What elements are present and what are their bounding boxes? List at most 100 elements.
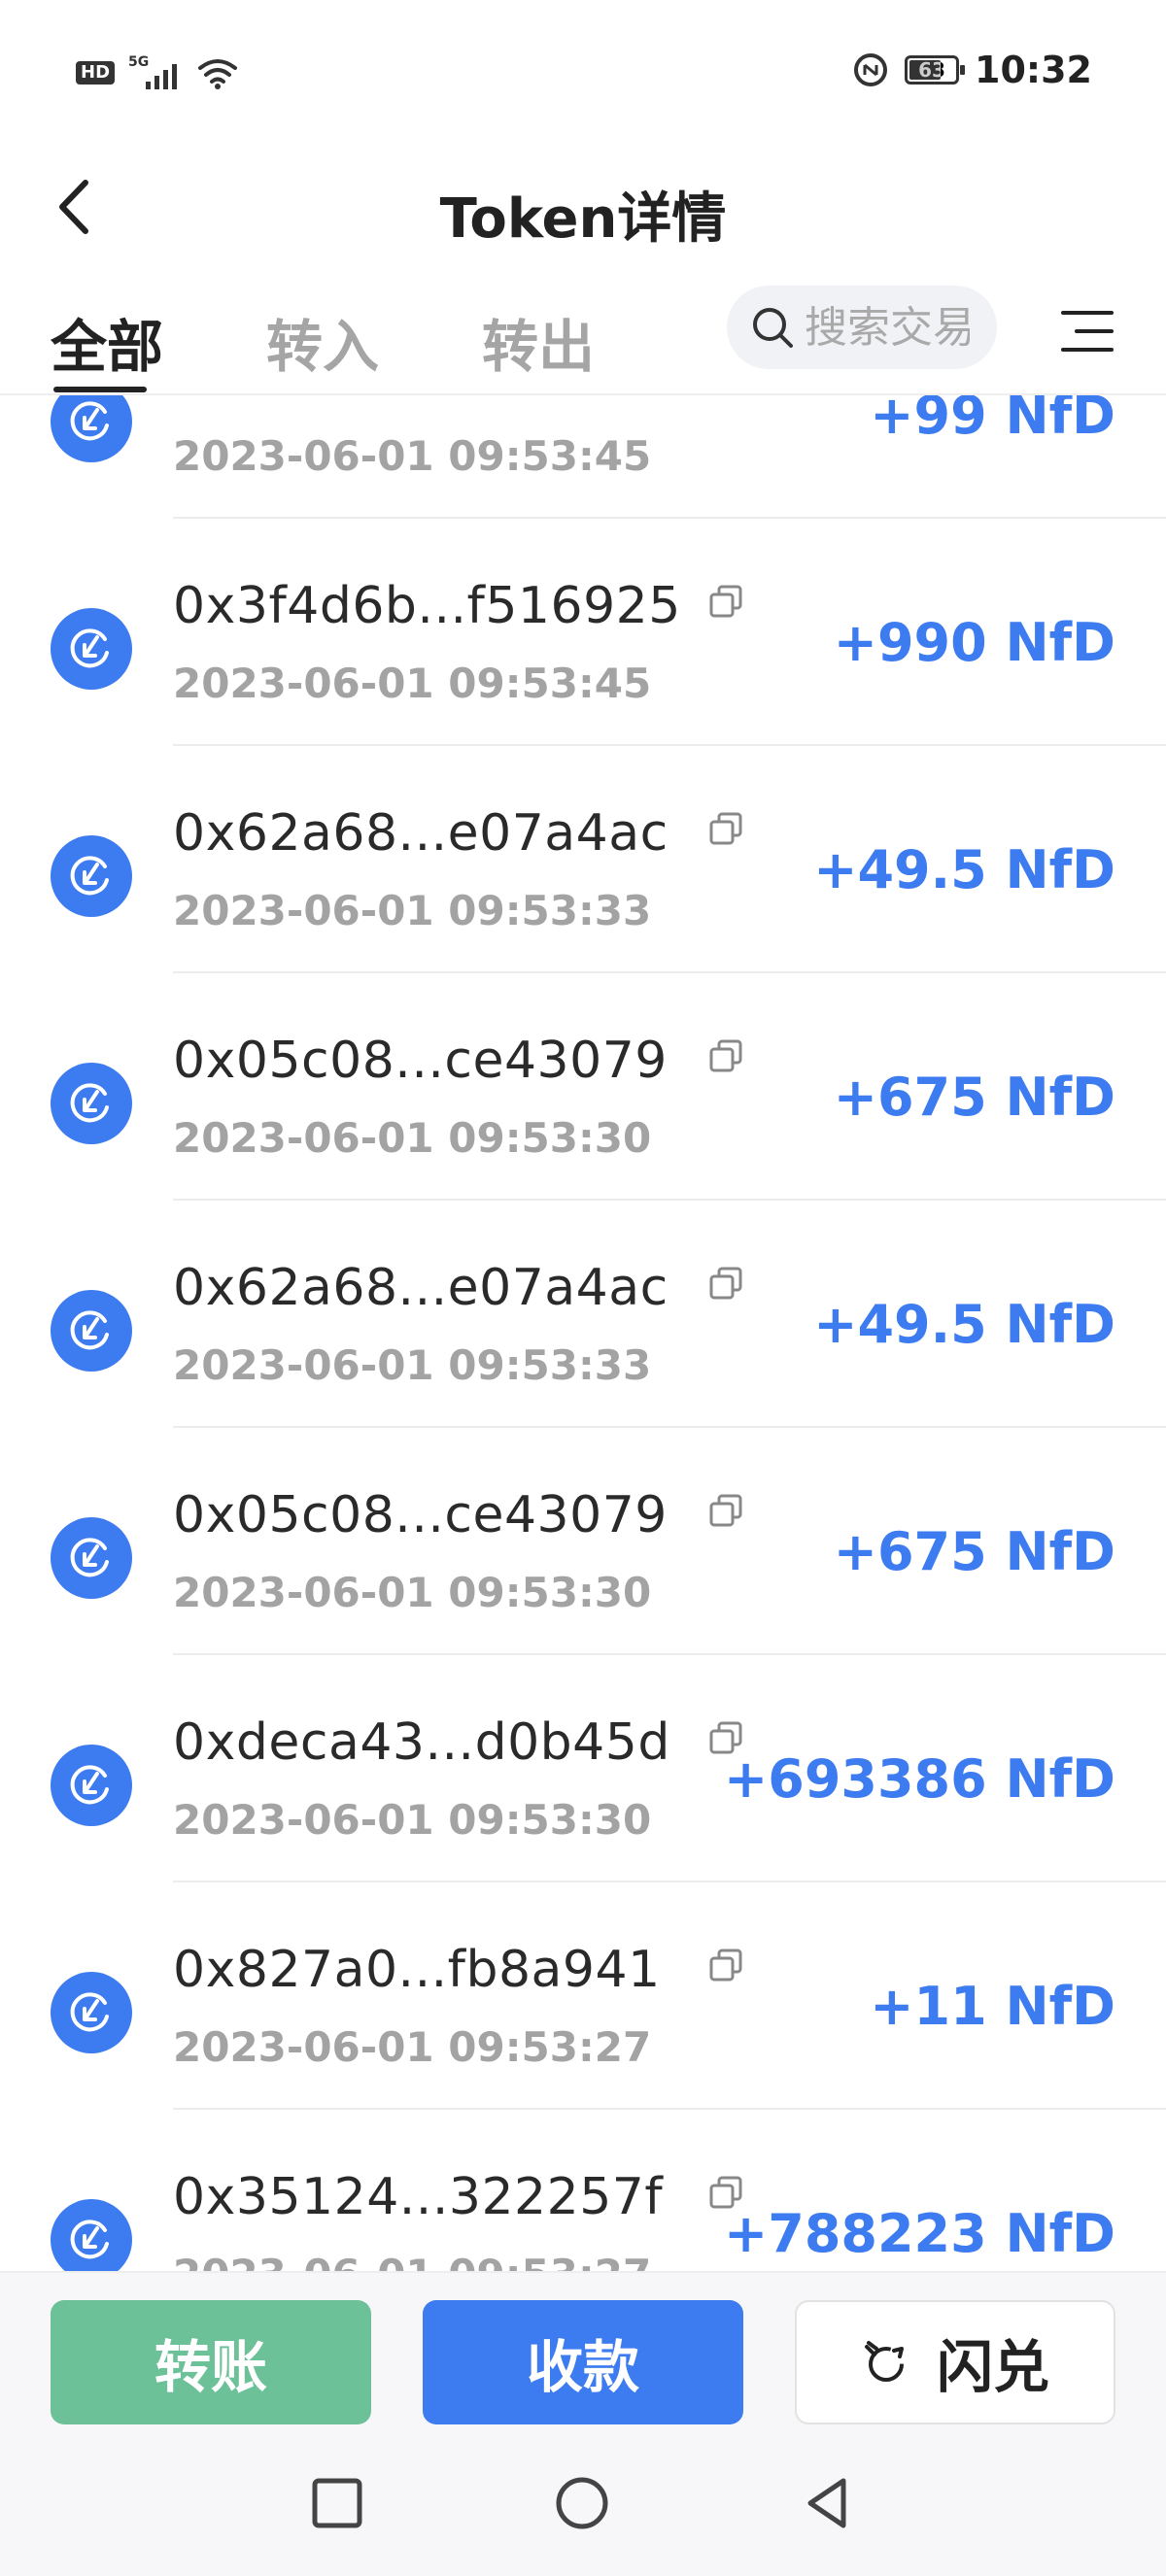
arrow-in-circle-icon <box>70 1083 109 1123</box>
recents-button[interactable] <box>307 2473 367 2533</box>
transaction-amount: +49.5 NfD <box>813 839 1115 900</box>
incoming-transaction-icon <box>51 393 132 462</box>
transfer-button[interactable]: 转账 <box>51 2300 371 2424</box>
swap-label: 闪兑 <box>936 2334 1049 2400</box>
incoming-transaction-icon <box>51 1972 132 2053</box>
search-input[interactable] <box>803 301 972 354</box>
transaction-row[interactable]: 0x827a0...fb8a941 2023-06-01 09:53:27 +11 … <box>0 1882 1166 2110</box>
transaction-amount: +99 NfD <box>870 393 1115 446</box>
transaction-time: 2023-06-01 09:53:30 <box>173 1569 652 1616</box>
transaction-hash: 0x827a0...fb8a941 <box>173 1941 661 1999</box>
incoming-transaction-icon <box>51 1063 132 1144</box>
receive-button[interactable]: 收款 <box>423 2300 743 2424</box>
transaction-hash: 0x05c08...ce43079 <box>173 1486 668 1544</box>
incoming-transaction-icon <box>51 1290 132 1372</box>
tab-bar: 全部 转入 转出 <box>0 272 1166 395</box>
active-tab-indicator <box>53 387 147 392</box>
swap-icon <box>864 2341 904 2382</box>
action-bar: 转账 收款 闪兑 <box>0 2271 1166 2430</box>
copy-button[interactable] <box>707 810 746 849</box>
transaction-time: 2023-06-01 09:53:30 <box>173 1114 652 1162</box>
transaction-amount: +990 NfD <box>833 612 1115 673</box>
transaction-row[interactable]: 0xdeca43...d0b45d 2023-06-01 09:53:30 +693… <box>0 1655 1166 1882</box>
wifi-icon <box>198 59 238 89</box>
copy-button[interactable] <box>707 1492 746 1531</box>
arrow-in-circle-icon <box>70 1310 109 1350</box>
clock: 10:32 <box>975 49 1092 91</box>
transaction-row[interactable]: 0x3f4d6b...f516925 2023-06-01 09:53:45 +99… <box>0 519 1166 746</box>
circle-icon <box>556 2477 608 2529</box>
arrow-in-circle-icon <box>70 2220 109 2259</box>
filter-menu-button[interactable] <box>1059 307 1115 356</box>
transaction-amount: +49.5 NfD <box>813 1294 1115 1355</box>
transaction-hash: 0x62a68...e07a4ac <box>173 1259 669 1317</box>
battery-icon: 63 <box>905 55 966 85</box>
transaction-amount: +788223 NfD <box>724 2203 1115 2264</box>
tab-all[interactable]: 全部 <box>51 301 163 383</box>
transaction-row[interactable]: 0x05c08...ce43079 2023-06-01 09:53:30 +675… <box>0 1428 1166 1655</box>
triangle-back-icon <box>807 2478 846 2528</box>
arrow-in-circle-icon <box>70 1765 109 1805</box>
transaction-time: 2023-06-01 09:53:33 <box>173 887 652 934</box>
header: Token详情 <box>0 146 1166 272</box>
back-nav-button[interactable] <box>799 2473 859 2533</box>
transaction-time: 2023-06-01 09:53:27 <box>173 2251 651 2271</box>
transaction-time: 2023-06-01 09:53:45 <box>173 660 652 707</box>
home-button[interactable] <box>552 2473 612 2533</box>
status-right: 63 10:32 <box>852 49 1092 91</box>
battery-level: 63 <box>918 58 945 82</box>
incoming-transaction-icon <box>51 835 132 917</box>
square-icon <box>312 2478 362 2528</box>
transaction-time: 2023-06-01 09:53:33 <box>173 1341 652 1389</box>
transaction-time: 2023-06-01 09:53:30 <box>173 1796 652 1844</box>
nfc-icon <box>854 53 888 86</box>
transaction-amount: +693386 NfD <box>724 1748 1115 1810</box>
swap-button[interactable]: 闪兑 <box>795 2300 1115 2424</box>
arrow-in-circle-icon <box>70 1992 109 2032</box>
transaction-hash: 0x3f4d6b...f516925 <box>173 577 681 635</box>
copy-button[interactable] <box>707 1037 746 1076</box>
screen: HD 5G 63 10:32 Token详情 全部 转入 转出 搜索交易 202… <box>0 0 1166 2576</box>
incoming-transaction-icon <box>51 1745 132 1826</box>
copy-icon <box>709 1267 742 1300</box>
incoming-transaction-icon <box>51 608 132 690</box>
copy-icon <box>709 1494 742 1527</box>
copy-icon <box>709 1949 742 1982</box>
search-box[interactable] <box>727 286 997 369</box>
transaction-row[interactable]: 0x35124...322257f 2023-06-01 09:53:27 +788… <box>0 2110 1166 2271</box>
arrow-in-circle-icon <box>70 401 109 441</box>
search-icon <box>753 308 793 348</box>
transaction-row[interactable]: 0x05c08...ce43079 2023-06-01 09:53:30 +675… <box>0 973 1166 1201</box>
transaction-time: 2023-06-01 09:53:27 <box>173 2023 652 2071</box>
transaction-hash: 0x05c08...ce43079 <box>173 1032 668 1090</box>
page-title: Token详情 <box>439 187 727 251</box>
system-nav-bar <box>0 2428 1166 2576</box>
transaction-list[interactable]: 2023-06-01 09:53:45 +99 NfD 0x3f4d6b...f51… <box>0 393 1166 2271</box>
incoming-transaction-icon <box>51 1517 132 1599</box>
menu-filter-icon <box>1061 311 1114 352</box>
copy-icon <box>709 1039 742 1072</box>
transaction-hash: 0xdeca43...d0b45d <box>173 1713 670 1772</box>
transaction-row[interactable]: 2023-06-01 09:53:45 +99 NfD <box>0 393 1166 519</box>
tab-outgoing[interactable]: 转出 <box>482 301 595 383</box>
transaction-amount: +675 NfD <box>833 1067 1115 1128</box>
cellular-signal-icon: 5G <box>128 54 183 89</box>
copy-button[interactable] <box>707 583 746 622</box>
status-left: HD 5G <box>76 54 239 89</box>
copy-button[interactable] <box>707 1265 746 1304</box>
copy-icon <box>709 585 742 618</box>
arrow-in-circle-icon <box>70 856 109 896</box>
transaction-row[interactable]: 0x62a68...e07a4ac 2023-06-01 09:53:33 +49.… <box>0 1201 1166 1428</box>
transaction-row[interactable]: 0x62a68...e07a4ac 2023-06-01 09:53:33 +49.… <box>0 746 1166 973</box>
tab-incoming[interactable]: 转入 <box>266 301 379 383</box>
arrow-in-circle-icon <box>70 1538 109 1577</box>
transaction-time: 2023-06-01 09:53:45 <box>173 432 652 480</box>
transaction-amount: +675 NfD <box>833 1521 1115 1582</box>
copy-button[interactable] <box>707 1947 746 1985</box>
transaction-hash: 0x62a68...e07a4ac <box>173 804 669 863</box>
status-bar: HD 5G 63 10:32 <box>0 0 1166 146</box>
transaction-hash: 0x35124...322257f <box>173 2168 664 2226</box>
incoming-transaction-icon <box>51 2199 132 2271</box>
hd-badge: HD <box>76 61 116 85</box>
transaction-amount: +11 NfD <box>870 1976 1115 2037</box>
